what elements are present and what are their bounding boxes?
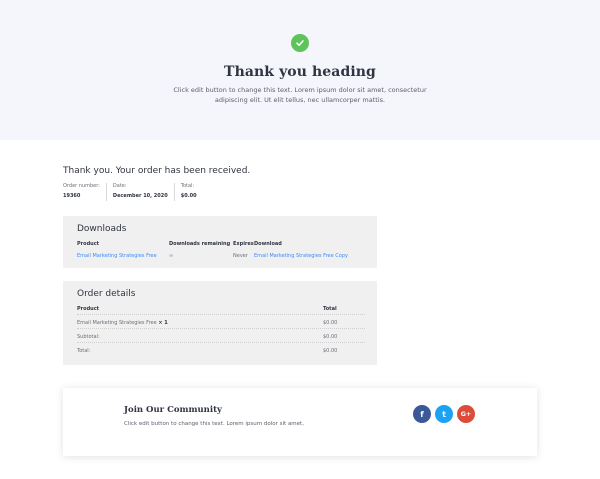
order-item-name: Email Marketing Strategies Free xyxy=(77,320,157,326)
order-number-label: Order number: xyxy=(63,183,100,189)
total-value: $0.00 xyxy=(323,348,338,354)
community-title: Join Our Community xyxy=(124,405,222,415)
order-number: Order number: 19360 xyxy=(63,183,107,201)
check-circle-icon xyxy=(291,34,309,52)
total-label: Total: xyxy=(77,348,91,354)
google-plus-icon[interactable]: G+ xyxy=(457,405,475,423)
order-header-total: Total xyxy=(323,306,337,312)
download-product-link[interactable]: Email Marketing Strategies Free xyxy=(77,253,157,259)
community-text: Click edit button to change this text. L… xyxy=(124,421,304,427)
thank-you-hero: Thank you heading Click edit button to c… xyxy=(0,0,600,140)
downloads-title: Downloads xyxy=(77,224,127,234)
order-total-label: Total: xyxy=(180,183,195,189)
order-item-total: $0.00 xyxy=(323,320,338,326)
subtotal-label: Subtotal: xyxy=(77,334,100,340)
divider xyxy=(77,328,365,329)
order-header-product: Product xyxy=(77,306,100,312)
downloads-header-remaining: Downloads remaining xyxy=(169,241,231,247)
order-number-value: 19360 xyxy=(63,193,81,199)
order-overview: Order number: 19360 Date: December 10, 2… xyxy=(63,183,209,201)
order-date: Date: December 10, 2020 xyxy=(113,183,175,201)
downloads-header-product: Product xyxy=(77,241,100,247)
facebook-icon[interactable]: f xyxy=(413,405,431,423)
downloads-remaining-value: ∞ xyxy=(169,253,174,259)
order-details-panel: Order details Product Total Email Market… xyxy=(63,281,377,365)
order-date-label: Date: xyxy=(112,183,127,189)
twitter-icon[interactable]: t xyxy=(435,405,453,423)
order-details-title: Order details xyxy=(77,289,136,299)
downloads-header-download: Download xyxy=(254,241,282,247)
downloads-expires-value: Never xyxy=(233,253,248,259)
hero-title: Thank you heading xyxy=(224,64,376,80)
downloads-panel: Downloads Product Downloads remaining Ex… xyxy=(63,216,377,268)
order-date-value: December 10, 2020 xyxy=(112,193,168,199)
order-total-value: $0.00 xyxy=(180,193,197,199)
divider xyxy=(77,342,365,343)
downloads-header-expires: Expires xyxy=(233,241,254,247)
order-item-qty: × 1 xyxy=(158,320,168,326)
order-item: Email Marketing Strategies Free × 1 xyxy=(77,320,168,326)
subtotal-value: $0.00 xyxy=(323,334,338,340)
divider xyxy=(77,314,365,315)
download-file-link[interactable]: Email Marketing Strategies Free Copy xyxy=(254,253,348,259)
order-total: Total: $0.00 xyxy=(181,183,203,201)
hero-text: Click edit button to change this text. L… xyxy=(173,86,427,104)
order-received-text: Thank you. Your order has been received. xyxy=(63,166,251,176)
community-card: Join Our Community Click edit button to … xyxy=(63,388,537,456)
